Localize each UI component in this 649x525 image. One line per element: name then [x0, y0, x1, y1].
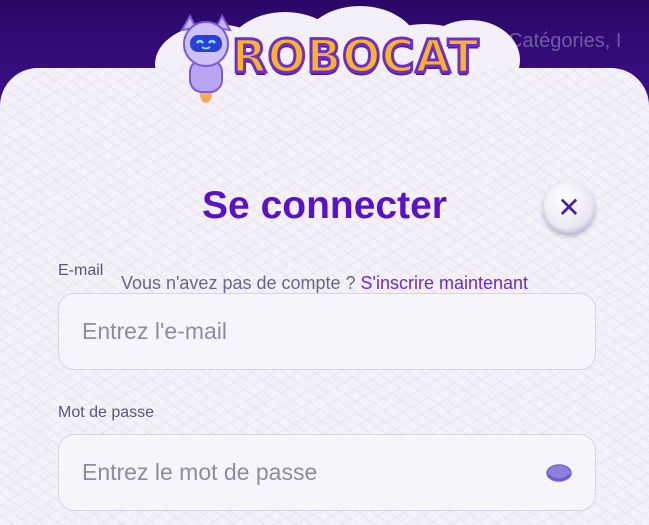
email-field-wrapper: [58, 293, 596, 370]
close-button[interactable]: ✕: [543, 181, 595, 233]
eye-icon[interactable]: [545, 460, 573, 486]
password-label: Mot de passe: [58, 404, 155, 421]
robot-cat-mascot-icon: [180, 14, 232, 103]
signup-link[interactable]: S'inscrire maintenant: [361, 273, 529, 293]
password-field[interactable]: [59, 435, 595, 510]
login-modal: Se connecter ✕ Vous n'avez pas de compte…: [0, 68, 649, 525]
close-icon: ✕: [557, 191, 581, 223]
robocat-logo[interactable]: ROBOCAT: [172, 12, 502, 108]
logo-text: ROBOCAT: [231, 29, 481, 85]
password-field-wrapper: [58, 434, 596, 511]
nav-categories-link[interactable]: Catégories, I: [508, 30, 621, 53]
email-field[interactable]: [59, 294, 595, 369]
email-label: E-mail: [58, 262, 104, 279]
signup-prompt-text: Vous n'avez pas de compte ?: [120, 273, 356, 293]
